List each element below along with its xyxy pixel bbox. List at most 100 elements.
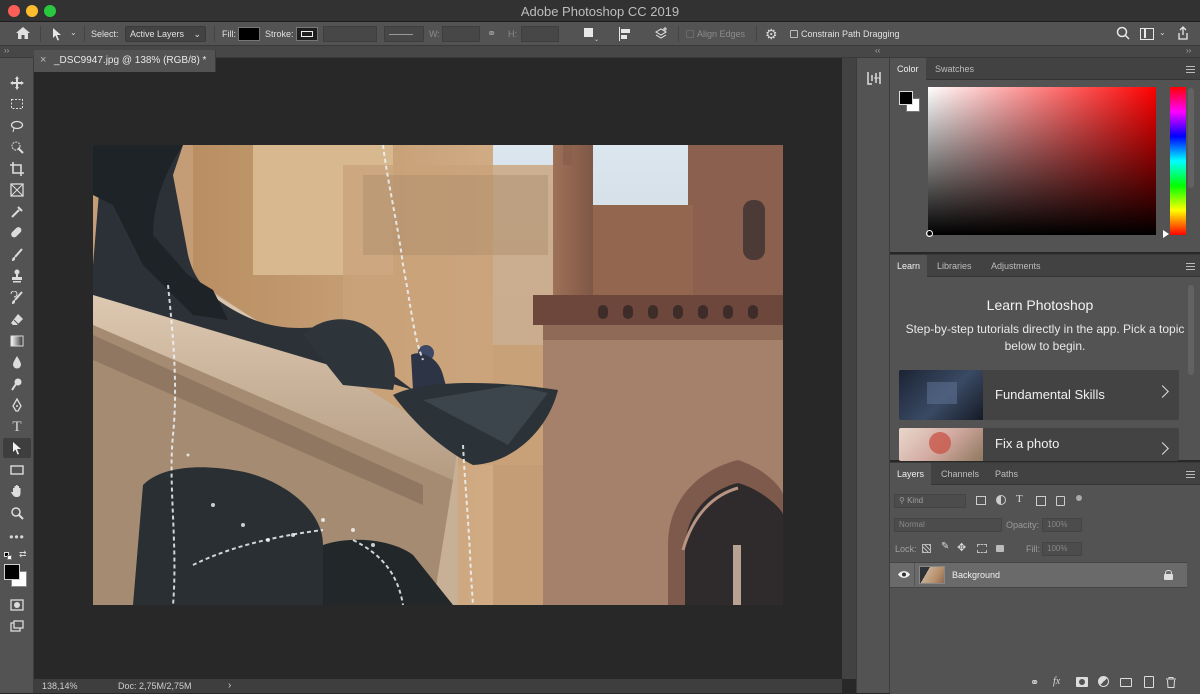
hand-tool-icon[interactable] [3, 481, 31, 501]
history-panel-icon[interactable] [866, 70, 882, 86]
clone-stamp-tool-icon[interactable] [3, 266, 31, 286]
panel-scrollbar[interactable] [1188, 88, 1194, 188]
panel-menu-icon[interactable] [1186, 66, 1195, 73]
chevron-right-icon[interactable]: › [228, 679, 231, 693]
tab-learn[interactable]: Learn [890, 255, 928, 277]
link-icon[interactable]: ⚭ [487, 27, 496, 40]
tab-paths[interactable]: Paths [988, 463, 1025, 485]
filter-pixel-icon[interactable] [976, 496, 986, 505]
path-selection-tool-icon[interactable] [3, 438, 31, 458]
learn-card-fix-a-photo[interactable]: Fix a photo [899, 428, 1179, 461]
blend-mode-dropdown[interactable]: Normal [894, 518, 1002, 532]
panel-scrollbar[interactable] [1188, 285, 1194, 375]
add-mask-icon[interactable] [1076, 677, 1088, 687]
rectangle-tool-icon[interactable] [3, 460, 31, 480]
tab-color[interactable]: Color [890, 58, 926, 80]
quick-mask-icon[interactable] [3, 595, 31, 615]
screen-mode-icon[interactable] [3, 616, 31, 636]
hue-slider[interactable] [1170, 87, 1186, 235]
dodge-tool-icon[interactable] [3, 374, 31, 394]
lock-position-icon[interactable]: ✥ [957, 541, 966, 554]
chevron-down-icon[interactable]: ⌄ [1159, 28, 1166, 37]
tab-libraries[interactable]: Libraries [930, 255, 979, 277]
gear-icon[interactable]: ⚙ [765, 26, 778, 43]
zoom-tool-icon[interactable] [3, 503, 31, 523]
lock-image-icon[interactable]: ✎ [941, 541, 949, 552]
link-layers-icon[interactable]: ⚭ [1030, 676, 1039, 689]
opacity-field[interactable]: 100% [1042, 518, 1082, 532]
zoom-level[interactable]: 138,14% [42, 679, 78, 693]
panel-menu-icon[interactable] [1186, 471, 1195, 478]
document-tab[interactable]: × _DSC9947.jpg @ 138% (RGB/8) * [34, 50, 216, 72]
fx-icon[interactable]: fx [1053, 676, 1060, 687]
eyedropper-tool-icon[interactable] [3, 202, 31, 222]
quick-selection-tool-icon[interactable] [3, 137, 31, 157]
filter-toggle-icon[interactable] [1076, 495, 1082, 501]
default-colors-icon[interactable] [4, 552, 12, 560]
tab-adjustments[interactable]: Adjustments [984, 255, 1048, 277]
color-picker-field[interactable] [928, 87, 1156, 235]
chevron-down-icon[interactable]: ⌄ [70, 28, 77, 37]
filter-smart-object-icon[interactable] [1056, 496, 1065, 506]
select-dropdown[interactable]: Active Layers ⌄ [125, 26, 206, 42]
panel-menu-icon[interactable] [1186, 263, 1195, 270]
lock-artboard-icon[interactable] [977, 544, 987, 553]
share-icon[interactable] [1176, 26, 1190, 42]
stroke-type-dropdown[interactable] [384, 26, 424, 42]
crop-tool-icon[interactable] [3, 159, 31, 179]
filter-type-icon[interactable]: T [1016, 493, 1023, 505]
path-arrangement-icon[interactable] [653, 26, 669, 42]
home-icon[interactable] [14, 26, 32, 42]
foreground-color-swatch[interactable] [4, 564, 20, 580]
workspace-icon[interactable] [1140, 28, 1154, 40]
trash-icon[interactable] [1166, 677, 1176, 688]
lasso-tool-icon[interactable] [3, 116, 31, 136]
layer-row[interactable]: Background [890, 562, 1187, 589]
gradient-tool-icon[interactable] [3, 331, 31, 351]
filter-shape-icon[interactable] [1036, 496, 1046, 506]
path-operations-icon[interactable]: ⌄ [584, 28, 599, 43]
filter-adjustment-icon[interactable] [996, 495, 1006, 505]
adjustment-layer-icon[interactable] [1098, 676, 1109, 687]
type-tool-icon[interactable]: T [3, 417, 31, 437]
new-layer-icon[interactable] [1144, 676, 1154, 688]
blur-tool-icon[interactable] [3, 352, 31, 372]
eye-icon[interactable] [898, 570, 910, 579]
canvas-vertical-scrollbar[interactable] [842, 58, 856, 679]
swap-colors-icon[interactable]: ⇄ [19, 549, 27, 560]
expand-toolbar-icon[interactable]: ›› [4, 46, 9, 55]
foreground-color-chip[interactable] [899, 91, 913, 105]
eraser-tool-icon[interactable] [3, 309, 31, 329]
layer-name[interactable]: Background [952, 570, 1000, 580]
move-tool-icon[interactable] [3, 73, 31, 93]
hue-slider-handle[interactable] [1163, 230, 1169, 238]
marquee-tool-icon[interactable] [3, 94, 31, 114]
tab-channels[interactable]: Channels [934, 463, 986, 485]
pen-tool-icon[interactable] [3, 395, 31, 415]
layer-filter-dropdown[interactable]: ⚲ Kind [894, 494, 966, 508]
color-picker-handle[interactable] [926, 230, 933, 237]
collapse-dock-icon[interactable]: ›› [1186, 46, 1191, 55]
stroke-width-field[interactable] [323, 26, 377, 42]
history-brush-tool-icon[interactable] [3, 288, 31, 308]
lock-all-icon[interactable] [996, 545, 1004, 552]
healing-brush-tool-icon[interactable] [3, 223, 31, 243]
fill-swatch[interactable] [238, 27, 260, 41]
search-icon[interactable] [1115, 26, 1131, 42]
height-field[interactable] [521, 26, 559, 42]
path-selection-tool-icon[interactable] [50, 27, 64, 41]
group-folder-icon[interactable] [1120, 678, 1132, 687]
more-tools-icon[interactable]: ••• [3, 527, 31, 547]
close-tab-icon[interactable]: × [40, 54, 46, 66]
constrain-path-checkbox[interactable] [790, 30, 798, 38]
collapse-panels-icon[interactable]: ‹‹ [875, 46, 880, 55]
frame-tool-icon[interactable] [3, 180, 31, 200]
align-edges-checkbox[interactable] [686, 30, 694, 38]
path-alignment-icon[interactable] [618, 27, 632, 41]
brush-tool-icon[interactable] [3, 245, 31, 265]
fill-field[interactable]: 100% [1042, 542, 1082, 556]
document-image[interactable] [93, 145, 783, 605]
tab-swatches[interactable]: Swatches [928, 58, 981, 80]
lock-pixels-icon[interactable] [922, 544, 931, 553]
tab-layers[interactable]: Layers [890, 463, 932, 485]
